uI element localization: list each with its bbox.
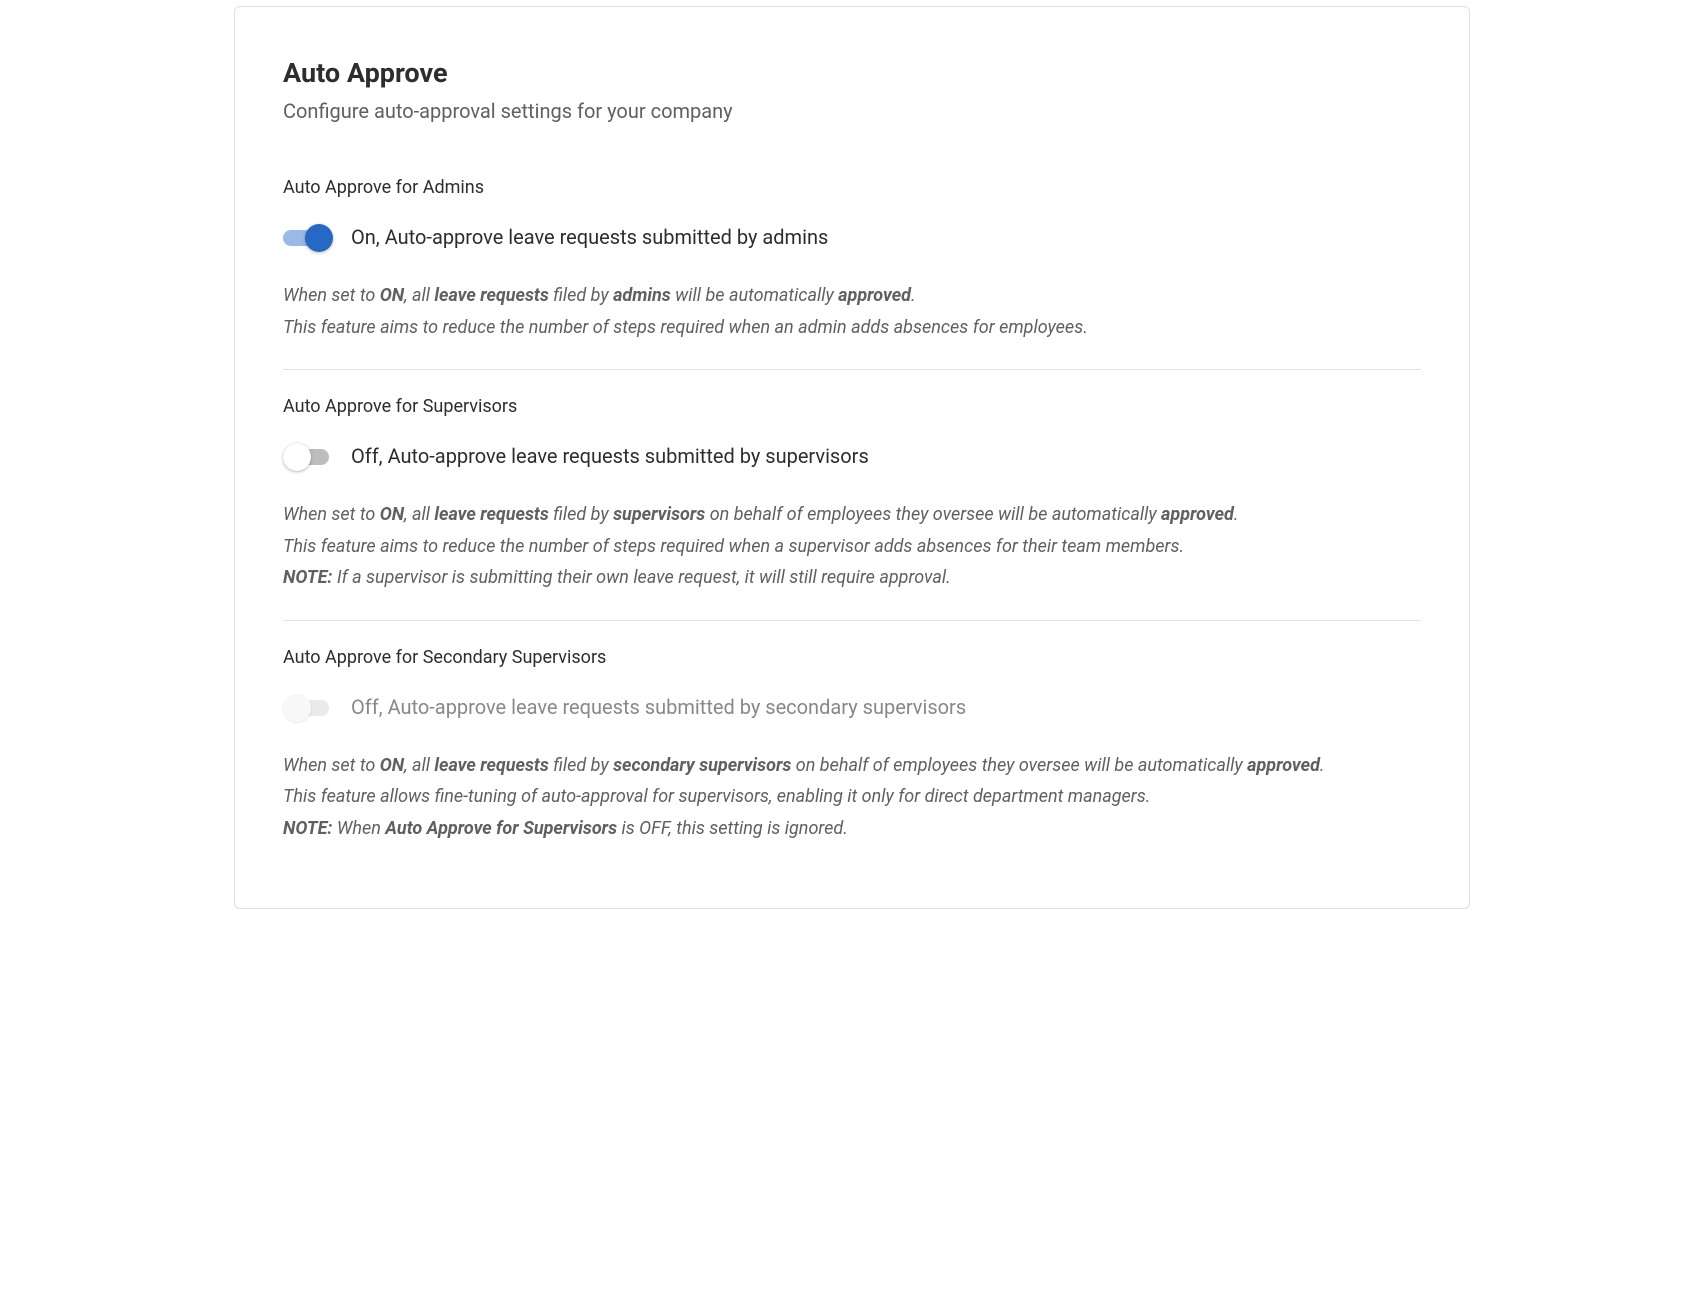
toggle-row-admins: On, Auto-approve leave requests submitte… xyxy=(283,222,1421,252)
section-supervisors: Auto Approve for Supervisors Off, Auto-a… xyxy=(283,396,1421,594)
toggle-row-secondary-supervisors: Off, Auto-approve leave requests submitt… xyxy=(283,692,1421,722)
toggle-label-admins: On, Auto-approve leave requests submitte… xyxy=(351,225,828,249)
page-subtitle: Configure auto-approval settings for you… xyxy=(283,99,1421,123)
section-label-admins: Auto Approve for Admins xyxy=(283,177,1421,198)
toggle-secondary-supervisors xyxy=(283,692,333,722)
settings-card: Auto Approve Configure auto-approval set… xyxy=(234,6,1470,909)
section-label-secondary-supervisors: Auto Approve for Secondary Supervisors xyxy=(283,647,1421,668)
page-title: Auto Approve xyxy=(283,57,1421,89)
help-supervisors: When set to ON, all leave requests filed… xyxy=(283,499,1421,594)
toggle-admins[interactable] xyxy=(283,222,333,252)
divider xyxy=(283,620,1421,621)
toggle-row-supervisors: Off, Auto-approve leave requests submitt… xyxy=(283,441,1421,471)
toggle-thumb-icon xyxy=(283,694,311,722)
toggle-label-supervisors: Off, Auto-approve leave requests submitt… xyxy=(351,444,869,468)
toggle-thumb-icon xyxy=(283,443,311,471)
help-admins: When set to ON, all leave requests filed… xyxy=(283,280,1421,343)
section-secondary-supervisors: Auto Approve for Secondary Supervisors O… xyxy=(283,647,1421,845)
section-admins: Auto Approve for Admins On, Auto-approve… xyxy=(283,177,1421,343)
help-secondary-supervisors: When set to ON, all leave requests filed… xyxy=(283,750,1421,845)
toggle-label-secondary-supervisors: Off, Auto-approve leave requests submitt… xyxy=(351,695,966,719)
toggle-thumb-icon xyxy=(305,224,333,252)
divider xyxy=(283,369,1421,370)
section-label-supervisors: Auto Approve for Supervisors xyxy=(283,396,1421,417)
toggle-supervisors[interactable] xyxy=(283,441,333,471)
